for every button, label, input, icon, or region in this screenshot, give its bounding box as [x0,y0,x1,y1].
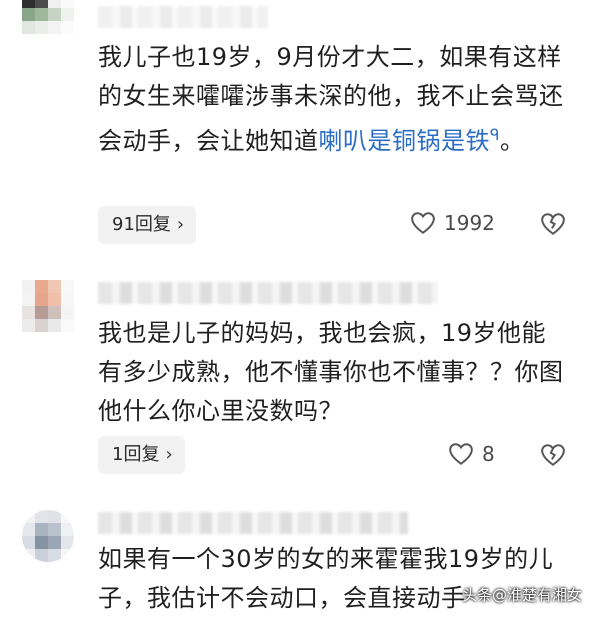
reply-button[interactable]: 1回复 › [98,436,185,474]
avatar[interactable] [22,0,74,34]
like-count: 1992 [444,211,495,235]
search-link[interactable]: 喇叭是铜锅是铁ᑫ [319,126,500,155]
dislike-broken-heart-icon[interactable] [540,442,566,468]
avatar[interactable] [22,510,74,562]
username-blurred[interactable] [98,282,438,304]
comment-text: 如果有一个30岁的女的来霍霍我19岁的儿子，我估计不会动口，会直接动手 [98,545,554,612]
like-button[interactable]: 1992 [410,211,495,235]
avatar[interactable] [22,280,74,332]
chevron-right-icon: › [176,214,185,235]
chevron-right-icon: › [165,444,173,465]
like-button[interactable]: 8 [448,442,495,466]
comment-text: 我也是儿子的妈妈，我也会疯，19岁他能有多少成熟，他不懂事你也不懂事？？你图他什… [98,319,564,425]
username-blurred[interactable] [98,6,268,28]
reply-label: 91回复 [112,214,171,235]
reply-label: 1回复 [112,444,160,465]
dislike-broken-heart-icon[interactable] [540,211,566,237]
reply-button[interactable]: 91回复 › [98,206,197,244]
like-count: 8 [482,442,495,466]
heart-icon [411,212,435,234]
heart-icon [449,443,473,465]
watermark: 头条@淮楚有湘女 [461,586,582,604]
username-blurred[interactable] [98,512,408,534]
comment-text: 我儿子也19岁，9月份才大二，如果有这样的女生来嚯嚯涉事未深的他，我不止会骂还会… [98,43,564,155]
search-icon: ᑫ [490,126,500,144]
